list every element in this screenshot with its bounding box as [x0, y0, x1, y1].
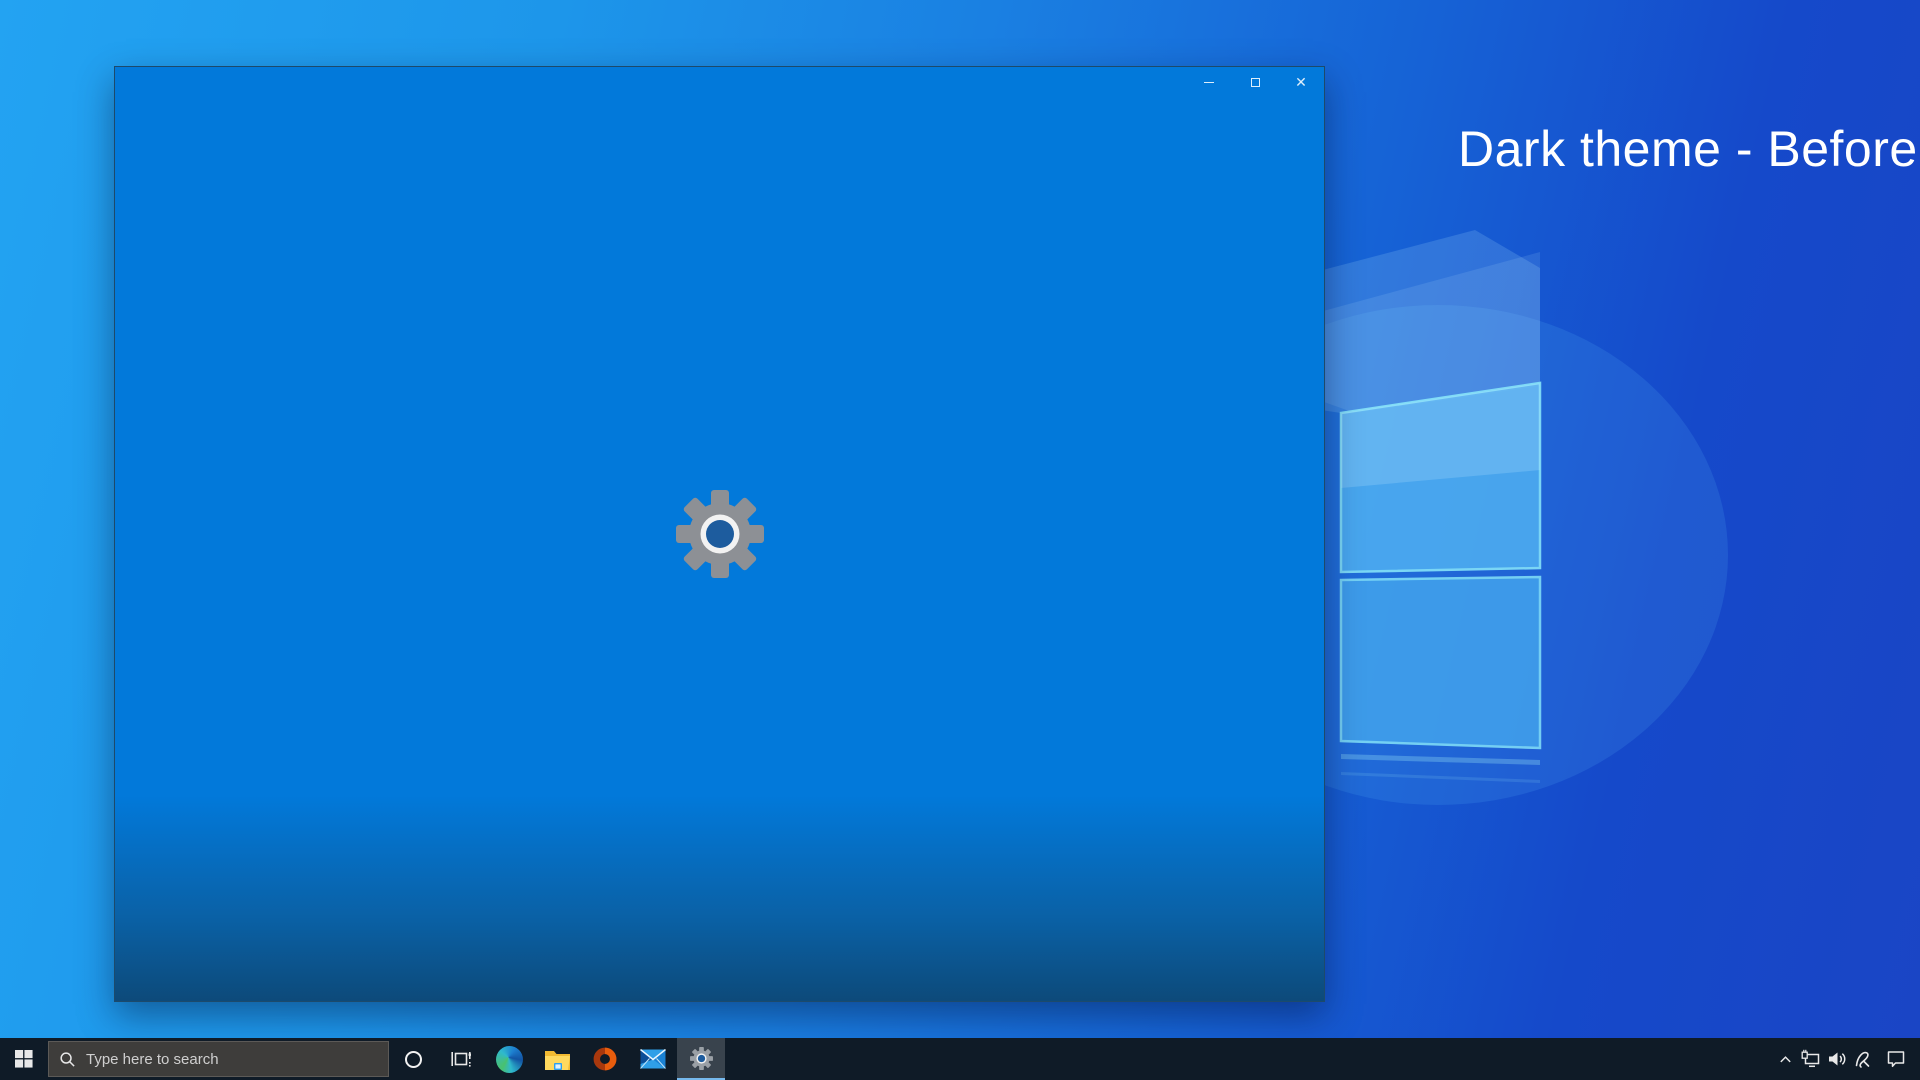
minimize-button[interactable] [1186, 67, 1232, 98]
taskbar-app-office[interactable] [581, 1038, 629, 1080]
mail-icon [640, 1049, 666, 1069]
taskbar-app-file-explorer[interactable] [533, 1038, 581, 1080]
network-ethernet-icon [1801, 1049, 1822, 1069]
screen: Dark theme - Before ✕ [0, 0, 1920, 1080]
taskbar-empty-area [725, 1038, 1772, 1080]
windows-start-icon [15, 1050, 33, 1068]
taskbar-app-task-view[interactable] [437, 1038, 485, 1080]
volume-tray-button[interactable] [1824, 1038, 1850, 1080]
system-tray [1772, 1038, 1920, 1080]
search-input[interactable] [86, 1051, 346, 1068]
close-button[interactable]: ✕ [1278, 67, 1324, 98]
minimize-icon [1204, 82, 1214, 83]
taskbar-app-mail[interactable] [629, 1038, 677, 1080]
taskbar-app-edge[interactable] [485, 1038, 533, 1080]
task-view-icon [450, 1048, 472, 1070]
taskbar-app-cortana[interactable] [389, 1038, 437, 1080]
action-center-icon [1886, 1049, 1906, 1069]
office-icon [593, 1047, 617, 1071]
taskbar [0, 1038, 1920, 1080]
taskbar-search[interactable] [48, 1041, 389, 1077]
cortana-icon [405, 1051, 422, 1068]
windows-ink-tray-button[interactable] [1850, 1038, 1876, 1080]
microsoft-edge-icon [496, 1046, 523, 1073]
settings-taskbar-icon [689, 1046, 714, 1071]
maximize-icon [1251, 78, 1260, 87]
taskbar-app-settings[interactable] [677, 1038, 725, 1080]
settings-window: ✕ [114, 66, 1325, 1002]
close-icon: ✕ [1295, 74, 1307, 91]
action-center-button[interactable] [1876, 1038, 1916, 1080]
start-button[interactable] [0, 1038, 48, 1080]
file-explorer-icon [544, 1047, 571, 1071]
settings-gear-icon [672, 486, 768, 582]
show-hidden-icons-button[interactable] [1772, 1038, 1798, 1080]
maximize-button[interactable] [1232, 67, 1278, 98]
volume-icon [1827, 1049, 1847, 1069]
network-tray-button[interactable] [1798, 1038, 1824, 1080]
pen-ink-icon [1853, 1049, 1873, 1069]
window-titlebar: ✕ [1186, 67, 1324, 98]
search-icon [59, 1051, 76, 1068]
chevron-up-icon [1778, 1052, 1793, 1067]
desktop-caption-text: Dark theme - Before [1458, 120, 1898, 178]
